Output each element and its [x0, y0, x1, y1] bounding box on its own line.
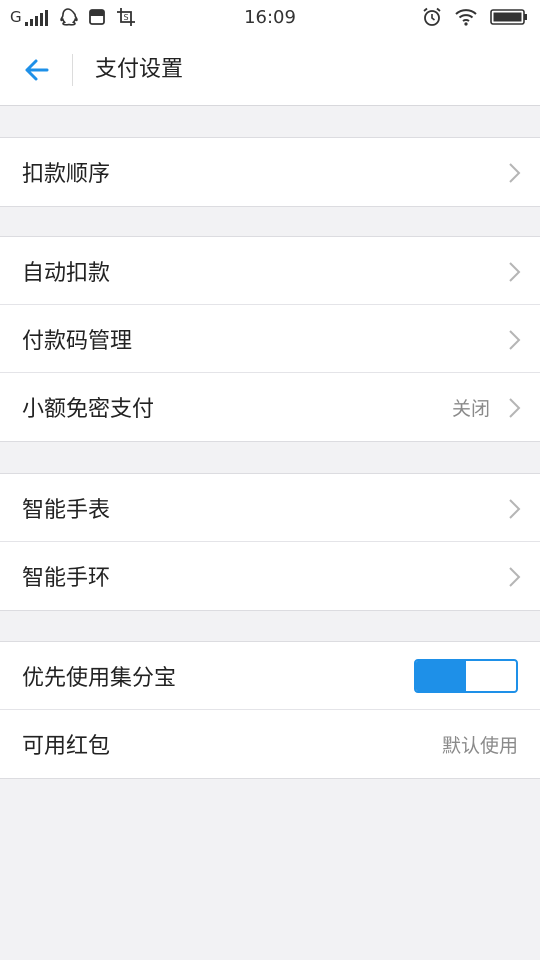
row-prefer-jifenbao: 优先使用集分宝: [0, 642, 540, 710]
row-label: 可用红包: [22, 734, 111, 759]
prefer-jifenbao-toggle[interactable]: [414, 659, 518, 693]
settings-group-rewards: 优先使用集分宝 可用红包 默认使用: [0, 641, 540, 779]
row-label: 自动扣款: [22, 260, 111, 286]
row-smart-band[interactable]: 智能手环: [0, 542, 540, 610]
row-label: 扣款顺序: [22, 162, 111, 187]
row-label: 小额免密支付: [22, 397, 155, 422]
row-smart-watch[interactable]: 智能手表: [0, 474, 540, 542]
row-label: 智能手表: [22, 497, 111, 523]
chevron-right-icon: [509, 330, 521, 350]
top-bar: 支付设置: [0, 34, 540, 106]
row-auto-deduction[interactable]: 自动扣款: [0, 237, 540, 305]
row-label: 付款码管理: [22, 328, 133, 354]
row-password-free-payment[interactable]: 小额免密支付 关闭: [0, 373, 540, 441]
status-time: 16:09: [244, 6, 296, 28]
page-title: 支付设置: [95, 57, 184, 82]
settings-group-payment: 自动扣款 付款码管理 小额免密支付 关闭: [0, 236, 540, 442]
toggle-fill: [416, 661, 466, 691]
row-payment-code-management[interactable]: 付款码管理: [0, 305, 540, 373]
chevron-right-icon: [509, 262, 521, 282]
chevron-right-icon: [509, 398, 521, 418]
row-deduction-order[interactable]: 扣款顺序: [0, 138, 540, 206]
row-value: 关闭: [451, 397, 490, 420]
row-available-red-packet[interactable]: 可用红包 默认使用: [0, 710, 540, 778]
status-bar: G S 16:09: [0, 0, 540, 34]
settings-group-deduction-order: 扣款顺序: [0, 137, 540, 207]
header-divider: [72, 54, 73, 86]
row-label: 智能手环: [22, 566, 111, 591]
settings-group-devices: 智能手表 智能手环: [0, 473, 540, 611]
chevron-right-icon: [509, 499, 521, 519]
row-value: 默认使用: [441, 734, 518, 757]
chevron-right-icon: [509, 567, 521, 587]
back-arrow-icon: [25, 59, 49, 81]
back-button[interactable]: [0, 34, 72, 106]
chevron-right-icon: [509, 163, 521, 183]
row-label: 优先使用集分宝: [22, 665, 177, 691]
